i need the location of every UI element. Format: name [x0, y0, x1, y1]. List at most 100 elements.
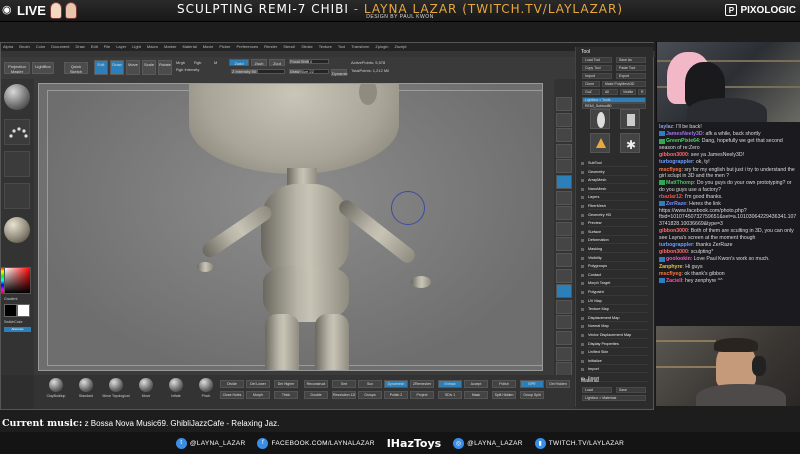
zcut-button[interactable]: Zcut — [269, 59, 285, 66]
shelf-button[interactable] — [556, 175, 572, 189]
menu-alpha[interactable]: Alpha — [3, 44, 13, 49]
menu-light[interactable]: Light — [132, 44, 141, 49]
del-hidden-button[interactable]: Del Hidden — [546, 380, 570, 388]
brush-thumbnail[interactable] — [4, 84, 30, 110]
zsub-button[interactable]: Zsub — [251, 59, 267, 66]
dynamesh-button[interactable]: Dynamesh — [384, 380, 408, 388]
menu-brush[interactable]: Brush — [19, 44, 29, 49]
tool-save-as-button[interactable]: Save As — [616, 57, 646, 63]
brush-claybuildup-icon[interactable] — [49, 378, 63, 392]
menu-preferences[interactable]: Preferences — [237, 44, 259, 49]
tool-paste-tool-button[interactable]: Paste Tool — [616, 65, 646, 71]
facebook-link[interactable]: f FACEBOOK.COM/LAYNALAZAR — [257, 437, 374, 449]
tool-export-button[interactable]: Export — [616, 73, 646, 79]
tool-visible-button[interactable]: Visible — [620, 89, 636, 95]
menu-tool[interactable]: Tool — [338, 44, 345, 49]
material-thumbnail[interactable] — [4, 217, 30, 243]
mrgb-toggle[interactable]: Mrgb — [176, 60, 185, 65]
zremesher-button[interactable]: ZRemesher — [410, 380, 434, 388]
menu-stroke[interactable]: Stroke — [301, 44, 313, 49]
menu-stencil[interactable]: Stencil — [283, 44, 295, 49]
del-lower-button[interactable]: Del Lower — [246, 380, 270, 388]
chat-username[interactable]: Zaciell — [666, 278, 682, 284]
shelf-button[interactable] — [556, 284, 572, 299]
rgb-toggle[interactable]: Rgb — [194, 60, 201, 65]
menu-edit[interactable]: Edit — [91, 44, 98, 49]
document-canvas[interactable] — [38, 83, 543, 371]
thick-button[interactable]: Thick — [274, 391, 298, 399]
groups-button[interactable]: Groups — [358, 391, 382, 399]
chat-username[interactable]: ZerRaze — [666, 201, 686, 207]
menu-draw[interactable]: Draw — [75, 44, 84, 49]
dynamic-button[interactable]: Dynamic — [331, 69, 348, 76]
chat-username[interactable]: MattThomp — [666, 180, 694, 186]
brush-inflate-icon[interactable] — [169, 378, 183, 392]
shelf-button[interactable] — [556, 190, 572, 205]
tool-section-visibility[interactable]: Visibility — [581, 254, 648, 262]
chat-username[interactable]: laylaz — [659, 124, 673, 130]
shelf-button[interactable] — [556, 315, 572, 330]
lightbox-button[interactable]: LightBox — [32, 62, 54, 74]
chat-username[interactable]: Zanphyre — [659, 264, 682, 270]
tool-section-initialize[interactable]: Initialize — [581, 357, 648, 365]
chat-username[interactable]: turbograppler — [659, 159, 693, 165]
shelf-button[interactable] — [556, 206, 572, 221]
chat-username[interactable]: goolookin — [666, 256, 691, 262]
brush-move-icon[interactable] — [139, 378, 153, 392]
divide-button[interactable]: Divide — [220, 380, 244, 388]
brush-pinch-icon[interactable] — [199, 378, 213, 392]
tool-section-unified-skin[interactable]: Unified Skin — [581, 348, 648, 357]
tool-section-morph-target[interactable]: Morph Target — [581, 279, 648, 288]
tool-section-fibermesh[interactable]: FiberMesh — [581, 202, 648, 210]
texture-thumbnail[interactable] — [4, 183, 30, 209]
material-save-button[interactable]: Save — [616, 387, 646, 393]
simplebrush-thumbnail[interactable] — [590, 133, 610, 153]
tool-section-nanomesh[interactable]: NanoMesh — [581, 185, 648, 193]
tool-section-masking[interactable]: Masking — [581, 245, 648, 253]
menu-document[interactable]: Document — [51, 44, 69, 49]
shelf-button[interactable] — [556, 159, 572, 174]
suv-button[interactable]: Suv — [358, 380, 382, 388]
accept-button[interactable]: Accept — [464, 380, 488, 388]
tool-section-layers[interactable]: Layers — [581, 193, 648, 202]
tool-section-import[interactable]: Import — [581, 365, 648, 374]
zadd-button[interactable]: Zadd — [229, 59, 249, 66]
tool-section-displacement-map[interactable]: Displacement Map — [581, 314, 648, 322]
sdiv-1-button[interactable]: SDiv 1 — [438, 391, 462, 399]
tool-section-display-properties[interactable]: Display Properties — [581, 340, 648, 348]
chat-username[interactable]: gibbon3000 — [659, 152, 688, 158]
polymesh-thumbnail[interactable] — [620, 109, 640, 129]
close-holes-button[interactable]: Close Holes — [220, 391, 244, 399]
tool-section-normal-map[interactable]: Normal Map — [581, 322, 648, 331]
projection-master-button[interactable]: Projection Master — [4, 62, 30, 74]
menu-texture[interactable]: Texture — [319, 44, 332, 49]
smt-button[interactable]: Smt — [332, 380, 356, 388]
material-load-button[interactable]: Load — [582, 387, 612, 393]
chat-username[interactable]: gibbon3000 — [659, 228, 688, 234]
tool-section-arraymesh[interactable]: ArrayMesh — [581, 176, 648, 185]
chat-username[interactable]: GreenPixie64 — [666, 138, 699, 144]
quick-sketch-button[interactable]: Quick Sketch — [64, 62, 88, 74]
tool-section-surface[interactable]: Surface — [581, 228, 648, 236]
switch-color-button[interactable]: SwitchColor — [4, 320, 23, 324]
menu-zscript[interactable]: Zscript — [394, 44, 406, 49]
shelf-button[interactable] — [556, 331, 572, 345]
menu-layer[interactable]: Layer — [116, 44, 126, 49]
resolution-128-button[interactable]: Resolution 128 — [332, 391, 356, 399]
main-color-swatch[interactable] — [17, 304, 30, 317]
brush-move-topological-icon[interactable] — [109, 378, 123, 392]
move-button[interactable]: Move — [126, 60, 140, 75]
menu-macro[interactable]: Macro — [147, 44, 158, 49]
reconstruct-button[interactable]: Reconstruct — [304, 380, 328, 388]
draw-button[interactable]: Draw — [110, 60, 124, 75]
twitch-link[interactable]: ▮ TWITCH.TV/LAYLAZAR — [534, 437, 624, 449]
tool-section-polypaint[interactable]: Polypaint — [581, 288, 648, 296]
polish-2-button[interactable]: Polish 2 — [384, 391, 408, 399]
edit-button[interactable]: Edit — [94, 60, 108, 75]
twitter-link[interactable]: t @LAYNA_LAZAR — [175, 437, 246, 449]
menu-color[interactable]: Color — [36, 44, 46, 49]
tool-section-preview[interactable]: Preview — [581, 219, 648, 228]
polish-button[interactable]: Polish — [492, 380, 516, 388]
menu-zplugin[interactable]: Zplugin — [375, 44, 388, 49]
split-hidden-button[interactable]: Split Hidden — [492, 391, 516, 399]
